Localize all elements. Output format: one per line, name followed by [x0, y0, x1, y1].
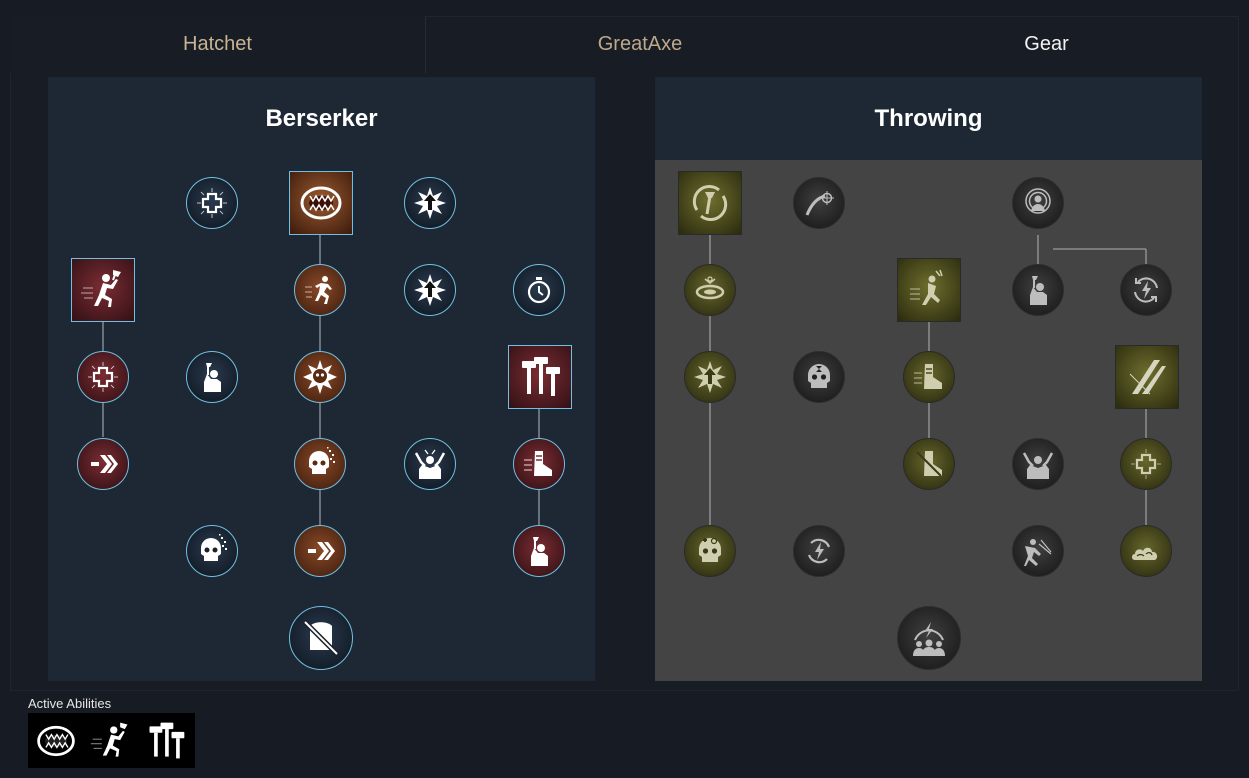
rage-figure-icon: [1022, 452, 1054, 479]
boot-icon: [914, 364, 942, 389]
heal-cross-olive-skill[interactable]: [1120, 438, 1172, 490]
spinning-axe-icon: [692, 185, 728, 221]
boot-stomp-skill[interactable]: [903, 438, 955, 490]
orbit-skill[interactable]: [684, 264, 736, 316]
arc-target-icon: [805, 191, 834, 216]
lightning-cycle-icon: [807, 538, 831, 564]
active-ability-slot-runner[interactable]: [83, 713, 138, 768]
hammers-icon: [149, 722, 184, 758]
hammers-icon: [522, 357, 560, 396]
targeted-throw-skill[interactable]: [793, 177, 845, 229]
axe-runner-icon: [90, 722, 127, 757]
weapon-tabs: Hatchet GreatAxe Gear: [10, 16, 1239, 73]
axe-raise-skill[interactable]: [186, 351, 238, 403]
rage-skill[interactable]: [404, 438, 456, 490]
active-abilities-label: Active Abilities: [28, 696, 112, 711]
aura-bust-skill[interactable]: [1012, 177, 1064, 229]
tab-gear[interactable]: Gear: [854, 16, 1239, 73]
heal-cross-skill-2[interactable]: [77, 351, 129, 403]
throw-figure-skill[interactable]: [1012, 525, 1064, 577]
cooldown-skill[interactable]: [513, 264, 565, 316]
slash-icon: [1129, 360, 1166, 395]
berserker-tree-panel: Berserker: [48, 77, 595, 681]
no-shield-icon: [303, 620, 339, 656]
skull-shatter-skill[interactable]: [294, 438, 346, 490]
active-ability-slot-roar[interactable]: [28, 713, 83, 768]
heal-cross-icon: [197, 188, 227, 218]
axe-runner-icon: [81, 270, 121, 307]
roar-mouth-icon: [36, 725, 75, 756]
skull-burst-icon: [303, 360, 337, 394]
dust-cloud-skill[interactable]: [1120, 525, 1172, 577]
tab-hatchet[interactable]: Hatchet: [10, 16, 426, 73]
cloud-burst-icon: [1132, 547, 1158, 560]
rally-ultimate-skill[interactable]: [897, 606, 961, 670]
roar-skill[interactable]: [289, 171, 353, 235]
axe-raise-skill-2[interactable]: [513, 525, 565, 577]
group-lightning-icon: [913, 622, 945, 656]
skull-plus-icon: [699, 537, 721, 562]
axe-raise-icon: [204, 363, 221, 392]
empower-burst-olive-skill[interactable]: [684, 351, 736, 403]
axe-slash-skill[interactable]: [1115, 345, 1179, 409]
skull-timer-skill[interactable]: [793, 351, 845, 403]
throwing-figure-icon: [1024, 539, 1052, 566]
tab-label: Gear: [1024, 33, 1069, 55]
skull-hourglass-icon: [808, 364, 830, 388]
active-abilities-bar: [28, 713, 195, 768]
orbit-arrows-icon: [695, 276, 725, 300]
heal-cross-icon: [88, 362, 118, 392]
energy-refresh-skill[interactable]: [1120, 264, 1172, 316]
dash-skill[interactable]: [77, 438, 129, 490]
heal-cross-skill[interactable]: [186, 177, 238, 229]
empower-burst-skill-2[interactable]: [404, 264, 456, 316]
axe-raise-icon: [1030, 276, 1047, 305]
rage-grey-skill[interactable]: [1012, 438, 1064, 490]
boot-icon: [524, 451, 552, 476]
energy-cycle-skill[interactable]: [793, 525, 845, 577]
skull-shatter-skill-2[interactable]: [186, 525, 238, 577]
axe-raise-icon: [531, 537, 548, 566]
runner-icon: [305, 276, 332, 304]
crossed-boot-icon: [916, 451, 942, 477]
sprint-skill[interactable]: [294, 264, 346, 316]
aura-bust-icon: [1025, 188, 1051, 214]
boot-dash-olive-skill[interactable]: [903, 351, 955, 403]
lightning-refresh-icon: [1134, 277, 1158, 303]
skull-shatter-icon: [309, 447, 335, 474]
axe-raise-grey-skill[interactable]: [1012, 264, 1064, 316]
berserker-skill-grid: [48, 77, 595, 681]
burst-arrow-icon: [414, 187, 446, 219]
hammers-skill[interactable]: [508, 345, 572, 409]
boot-dash-skill[interactable]: [513, 438, 565, 490]
roar-mouth-icon: [300, 186, 342, 220]
empower-burst-skill[interactable]: [404, 177, 456, 229]
burst-arrow-icon: [414, 274, 446, 306]
active-ability-slot-hammers[interactable]: [138, 713, 193, 768]
axe-runner-skill[interactable]: [71, 258, 135, 322]
rage-figure-icon: [414, 449, 446, 479]
skull-burst-skill[interactable]: [294, 351, 346, 403]
spinning-axe-skill[interactable]: [678, 171, 742, 235]
no-armor-ultimate-skill[interactable]: [289, 606, 353, 670]
tab-label: GreatAxe: [597, 33, 683, 55]
whirl-figure-icon: [910, 269, 943, 305]
throwing-tree-panel: Throwing: [655, 77, 1202, 681]
skull-plus-skill[interactable]: [684, 525, 736, 577]
tab-label: Hatchet: [183, 33, 252, 55]
burst-arrow-icon: [694, 361, 726, 393]
throwing-skill-grid: [655, 77, 1202, 681]
tab-greataxe[interactable]: GreatAxe: [426, 16, 854, 73]
dash-skill-2[interactable]: [294, 525, 346, 577]
spinning-strike-skill[interactable]: [897, 258, 961, 322]
chevrons-right-icon: [91, 455, 118, 473]
skull-shatter-icon: [201, 534, 227, 561]
heal-cross-icon: [1131, 449, 1161, 479]
chevrons-right-icon: [308, 542, 335, 560]
stopwatch-icon: [527, 277, 551, 304]
